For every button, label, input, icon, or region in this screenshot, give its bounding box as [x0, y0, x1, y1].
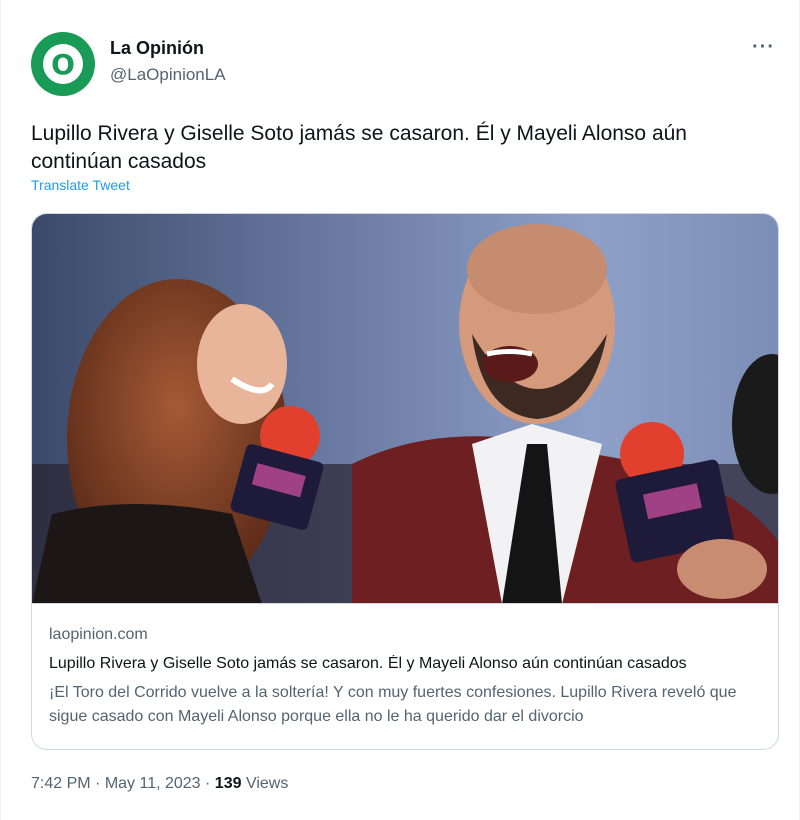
card-description: ¡El Toro del Corrido vuelve a la solterí… [49, 684, 737, 725]
tweet-text: Lupillo Rivera y Giselle Soto jamás se c… [31, 122, 687, 173]
translate-tweet-link[interactable]: Translate Tweet [31, 177, 130, 193]
views-count: 139 [214, 775, 242, 792]
card-domain: laopinion.com [49, 626, 148, 643]
meta-separator: · [200, 775, 215, 792]
meta-separator: · [90, 775, 105, 792]
tweet-date[interactable]: May 11, 2023 [105, 775, 201, 792]
card-title: Lupillo Rivera y Giselle Soto jamás se c… [49, 655, 687, 672]
views-label: Views [245, 775, 289, 792]
more-options-icon[interactable]: ··· [752, 36, 775, 59]
display-name[interactable]: La Opinión [110, 38, 204, 59]
tweet-time[interactable]: 7:42 PM [31, 775, 91, 792]
user-handle[interactable]: @LaOpinionLA [110, 65, 226, 85]
avatar-logo: O [43, 44, 83, 84]
avatar[interactable]: O [31, 32, 95, 96]
tweet-article[interactable]: O La Opinión @LaOpinionLA ··· Lupillo Ri… [0, 0, 800, 820]
card-image[interactable] [32, 214, 778, 604]
tweet-meta: 7:42 PM · May 11, 2023 · 139 Views [31, 775, 288, 793]
link-card[interactable]: laopinion.com Lupillo Rivera y Giselle S… [31, 213, 779, 750]
